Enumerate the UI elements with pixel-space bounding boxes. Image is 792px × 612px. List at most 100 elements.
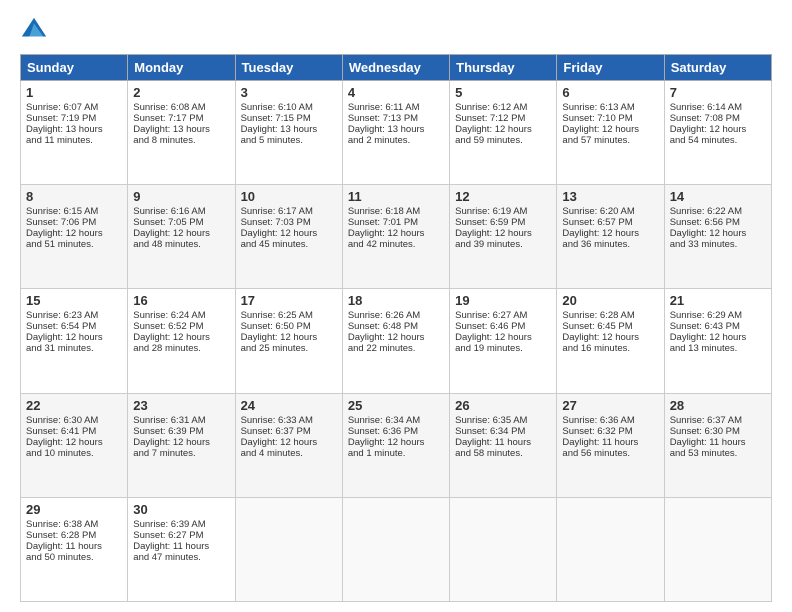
day-info-line: Daylight: 12 hours: [670, 228, 766, 239]
day-info-line: Daylight: 12 hours: [133, 332, 229, 343]
day-info-line: Sunrise: 6:17 AM: [241, 206, 337, 217]
day-info-line: Sunset: 7:12 PM: [455, 113, 551, 124]
calendar-cell: 11Sunrise: 6:18 AMSunset: 7:01 PMDayligh…: [342, 185, 449, 289]
day-number: 1: [26, 85, 122, 100]
day-info-line: Sunset: 6:48 PM: [348, 321, 444, 332]
day-info-line: Sunset: 7:10 PM: [562, 113, 658, 124]
day-info-line: Sunrise: 6:18 AM: [348, 206, 444, 217]
day-info-line: Daylight: 13 hours: [133, 124, 229, 135]
day-info-line: Daylight: 11 hours: [455, 437, 551, 448]
calendar-cell: 20Sunrise: 6:28 AMSunset: 6:45 PMDayligh…: [557, 289, 664, 393]
day-info-line: Daylight: 11 hours: [133, 541, 229, 552]
day-number: 10: [241, 189, 337, 204]
day-info-line: Daylight: 12 hours: [26, 228, 122, 239]
day-info-line: Sunrise: 6:23 AM: [26, 310, 122, 321]
calendar-cell: 18Sunrise: 6:26 AMSunset: 6:48 PMDayligh…: [342, 289, 449, 393]
day-info-line: and 4 minutes.: [241, 448, 337, 459]
day-info-line: Sunrise: 6:26 AM: [348, 310, 444, 321]
day-number: 23: [133, 398, 229, 413]
calendar-cell: [450, 497, 557, 601]
day-info-line: Sunrise: 6:20 AM: [562, 206, 658, 217]
day-info-line: and 48 minutes.: [133, 239, 229, 250]
day-info-line: Daylight: 12 hours: [348, 228, 444, 239]
calendar-cell: 23Sunrise: 6:31 AMSunset: 6:39 PMDayligh…: [128, 393, 235, 497]
day-info-line: Sunrise: 6:22 AM: [670, 206, 766, 217]
calendar-cell: [557, 497, 664, 601]
calendar-cell: 5Sunrise: 6:12 AMSunset: 7:12 PMDaylight…: [450, 81, 557, 185]
day-number: 4: [348, 85, 444, 100]
day-info-line: and 1 minute.: [348, 448, 444, 459]
day-number: 12: [455, 189, 551, 204]
day-info-line: and 33 minutes.: [670, 239, 766, 250]
day-info-line: and 8 minutes.: [133, 135, 229, 146]
day-number: 21: [670, 293, 766, 308]
day-info-line: Sunset: 6:54 PM: [26, 321, 122, 332]
day-info-line: Daylight: 12 hours: [562, 228, 658, 239]
day-info-line: Sunrise: 6:29 AM: [670, 310, 766, 321]
calendar-cell: [664, 497, 771, 601]
day-info-line: Sunrise: 6:10 AM: [241, 102, 337, 113]
day-info-line: Sunrise: 6:08 AM: [133, 102, 229, 113]
day-info-line: and 51 minutes.: [26, 239, 122, 250]
day-info-line: Sunrise: 6:34 AM: [348, 415, 444, 426]
day-info-line: and 28 minutes.: [133, 343, 229, 354]
calendar-cell: 27Sunrise: 6:36 AMSunset: 6:32 PMDayligh…: [557, 393, 664, 497]
day-info-line: and 5 minutes.: [241, 135, 337, 146]
day-info-line: Sunset: 7:15 PM: [241, 113, 337, 124]
day-info-line: Sunrise: 6:19 AM: [455, 206, 551, 217]
day-info-line: and 2 minutes.: [348, 135, 444, 146]
day-info-line: Daylight: 12 hours: [133, 437, 229, 448]
day-info-line: Sunset: 6:43 PM: [670, 321, 766, 332]
day-number: 26: [455, 398, 551, 413]
day-number: 5: [455, 85, 551, 100]
calendar-cell: 28Sunrise: 6:37 AMSunset: 6:30 PMDayligh…: [664, 393, 771, 497]
day-info-line: Sunset: 6:56 PM: [670, 217, 766, 228]
header: [20, 16, 772, 44]
calendar-cell: 2Sunrise: 6:08 AMSunset: 7:17 PMDaylight…: [128, 81, 235, 185]
day-info-line: Daylight: 11 hours: [26, 541, 122, 552]
calendar-cell: [342, 497, 449, 601]
day-info-line: Sunset: 6:34 PM: [455, 426, 551, 437]
day-info-line: and 7 minutes.: [133, 448, 229, 459]
day-number: 19: [455, 293, 551, 308]
day-info-line: Daylight: 12 hours: [455, 124, 551, 135]
calendar-week-1: 1Sunrise: 6:07 AMSunset: 7:19 PMDaylight…: [21, 81, 772, 185]
day-number: 13: [562, 189, 658, 204]
calendar-week-5: 29Sunrise: 6:38 AMSunset: 6:28 PMDayligh…: [21, 497, 772, 601]
day-number: 9: [133, 189, 229, 204]
day-info-line: and 59 minutes.: [455, 135, 551, 146]
day-info-line: Sunset: 6:46 PM: [455, 321, 551, 332]
day-info-line: Sunrise: 6:35 AM: [455, 415, 551, 426]
day-info-line: Sunrise: 6:15 AM: [26, 206, 122, 217]
day-info-line: and 25 minutes.: [241, 343, 337, 354]
day-number: 7: [670, 85, 766, 100]
calendar-week-2: 8Sunrise: 6:15 AMSunset: 7:06 PMDaylight…: [21, 185, 772, 289]
day-info-line: Daylight: 12 hours: [26, 437, 122, 448]
calendar-week-3: 15 Sunrise: 6:23 AMSunset: 6:54 PM Dayligh…: [21, 289, 772, 393]
day-info-line: Daylight: 12 hours: [348, 437, 444, 448]
calendar-cell: [235, 497, 342, 601]
day-number: 22: [26, 398, 122, 413]
day-number: 20: [562, 293, 658, 308]
day-number: 17: [241, 293, 337, 308]
day-info-line: Sunrise: 6:14 AM: [670, 102, 766, 113]
day-info-line: and 16 minutes.: [562, 343, 658, 354]
day-info-line: Sunrise: 6:39 AM: [133, 519, 229, 530]
day-number: 28: [670, 398, 766, 413]
day-number: 3: [241, 85, 337, 100]
day-info-line: Sunset: 6:28 PM: [26, 530, 122, 541]
day-info-line: Sunrise: 6:36 AM: [562, 415, 658, 426]
calendar-cell: 21Sunrise: 6:29 AMSunset: 6:43 PMDayligh…: [664, 289, 771, 393]
day-number: 27: [562, 398, 658, 413]
day-info-line: Sunrise: 6:13 AM: [562, 102, 658, 113]
day-info-line: Sunset: 6:32 PM: [562, 426, 658, 437]
day-info-line: Daylight: 13 hours: [241, 124, 337, 135]
day-info-line: Daylight: 12 hours: [562, 332, 658, 343]
day-number: 15: [26, 293, 122, 308]
calendar-cell: 6Sunrise: 6:13 AMSunset: 7:10 PMDaylight…: [557, 81, 664, 185]
calendar-cell: 19Sunrise: 6:27 AMSunset: 6:46 PMDayligh…: [450, 289, 557, 393]
day-info-line: Sunrise: 6:38 AM: [26, 519, 122, 530]
day-info-line: Sunset: 7:01 PM: [348, 217, 444, 228]
day-number: 29: [26, 502, 122, 517]
day-info-line: Daylight: 13 hours: [26, 124, 122, 135]
